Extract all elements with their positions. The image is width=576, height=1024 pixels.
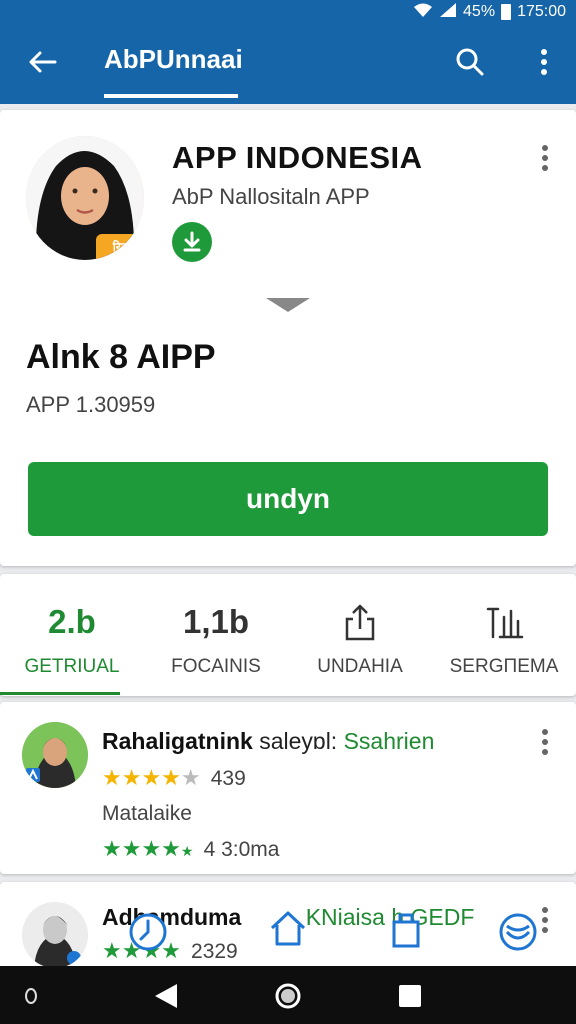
circle-home-icon [275, 983, 301, 1009]
nav-home-button[interactable] [272, 980, 304, 1012]
person-avatar-image [22, 902, 88, 968]
star-empty-icon: ★ [180, 765, 201, 790]
nav-recent-button[interactable] [394, 980, 426, 1012]
list-item-title-mid: saleyɒl: [259, 728, 338, 754]
stat-label: FOCAINIS [171, 656, 261, 677]
triangle-back-icon [155, 984, 177, 1008]
list-item-title: Rahaligatnink [102, 728, 253, 754]
wifi-icon [413, 2, 433, 23]
battery-icon [501, 4, 512, 20]
app-headline: Alnk 8 AIPP [26, 338, 216, 376]
more-vert-icon [542, 729, 548, 755]
rating-row: ★★★★ 2329 [102, 938, 238, 964]
stat-value: 2.b [48, 603, 96, 640]
tab-indicator [104, 94, 238, 98]
tag-icon[interactable] [386, 910, 426, 950]
stat-value: 1,1b [182, 603, 250, 640]
tab-stat-4[interactable]: SERGΠEMA [432, 574, 576, 696]
app-version: APP 1.30959 [26, 392, 156, 417]
search-icon [456, 48, 484, 76]
smile-icon[interactable] [498, 912, 538, 952]
more-vert-icon [542, 145, 548, 171]
rating-count: 439 [210, 767, 246, 790]
nav-info-icon[interactable] [16, 980, 46, 1012]
chart-hand-icon [486, 607, 524, 639]
download-button[interactable] [172, 222, 212, 262]
rating-count: 4 3:0ma [203, 838, 280, 861]
more-vert-icon [541, 49, 547, 75]
clock: 175:00 [517, 3, 566, 20]
search-button[interactable] [450, 42, 490, 82]
star-small-icon: ★ [180, 843, 194, 859]
tab-stat-1[interactable]: 2.b GETRIUAL [0, 574, 144, 696]
nav-back-button[interactable] [150, 980, 182, 1012]
expand-chevron-icon[interactable] [266, 298, 310, 312]
list-item-menu-button[interactable] [533, 726, 557, 758]
stat-label: GETRIUAL [24, 656, 120, 677]
signal-icon [439, 2, 457, 23]
battery-text: 45% [463, 3, 496, 20]
tab-stat-2[interactable]: 1,1b FOCAINIS [144, 574, 288, 696]
active-tab-indicator [0, 692, 120, 695]
stat-label: SERGΠEMA [449, 656, 559, 677]
app-name: APP INDONESIA [172, 140, 423, 175]
back-button[interactable] [22, 42, 62, 82]
list-item-description: Matalaike [102, 802, 192, 825]
person-avatar-image [22, 722, 88, 788]
install-button[interactable]: undyn [28, 462, 548, 536]
list-item-avatar [22, 902, 88, 968]
home-icon[interactable] [268, 908, 308, 948]
app-bar-title[interactable]: AbPUnnaai [104, 44, 243, 75]
share-icon [345, 604, 375, 641]
stat-label: UNDAHIA [317, 656, 403, 677]
card-menu-button[interactable] [533, 142, 557, 174]
app-bar: AbPUnnaai [0, 24, 576, 104]
list-item-title-row: Rahaligatnink saleyɒl: Ssahrien [102, 728, 434, 755]
app-developer: AbP Nallositaln APP [172, 184, 370, 209]
download-icon [183, 231, 201, 252]
clock-edit-icon[interactable] [128, 912, 168, 952]
system-nav-bar [0, 966, 576, 1024]
tab-stat-3[interactable]: UNDAHIA [288, 574, 432, 696]
overflow-menu-button[interactable] [526, 42, 562, 82]
rating-count: 2329 [191, 940, 238, 963]
list-item-tag: Ssahrien [343, 728, 435, 754]
app-detail-card: रिड APP INDONESIA AbP Nallositaln APP Al… [0, 110, 576, 566]
square-recent-icon [399, 985, 421, 1007]
list-item[interactable]: Rahaligatnink saleyɒl: Ssahrien ★★★★★ 43… [0, 702, 576, 874]
rating-row-secondary: ★★★★★ 4 3:0ma [102, 836, 279, 862]
status-bar: 45% 175:00 [0, 0, 576, 24]
stat-icon-wrap [432, 600, 576, 644]
more-vert-icon [542, 907, 548, 933]
stats-tabs: 2.b GETRIUAL 1,1b FOCAINIS UNDAHIA SERGΠ… [0, 574, 576, 696]
rating-row: ★★★★★ 439 [102, 765, 246, 791]
avatar-badge: रिड [96, 234, 144, 260]
list-item-title: Adhamduma [102, 904, 242, 930]
stat-icon-wrap [288, 600, 432, 644]
arrow-left-icon [29, 51, 57, 73]
star-icon: ★★★★ [102, 836, 181, 861]
list-item-avatar [22, 722, 88, 788]
star-icon: ★★★★ [102, 765, 181, 790]
app-avatar: रिड [26, 136, 144, 260]
